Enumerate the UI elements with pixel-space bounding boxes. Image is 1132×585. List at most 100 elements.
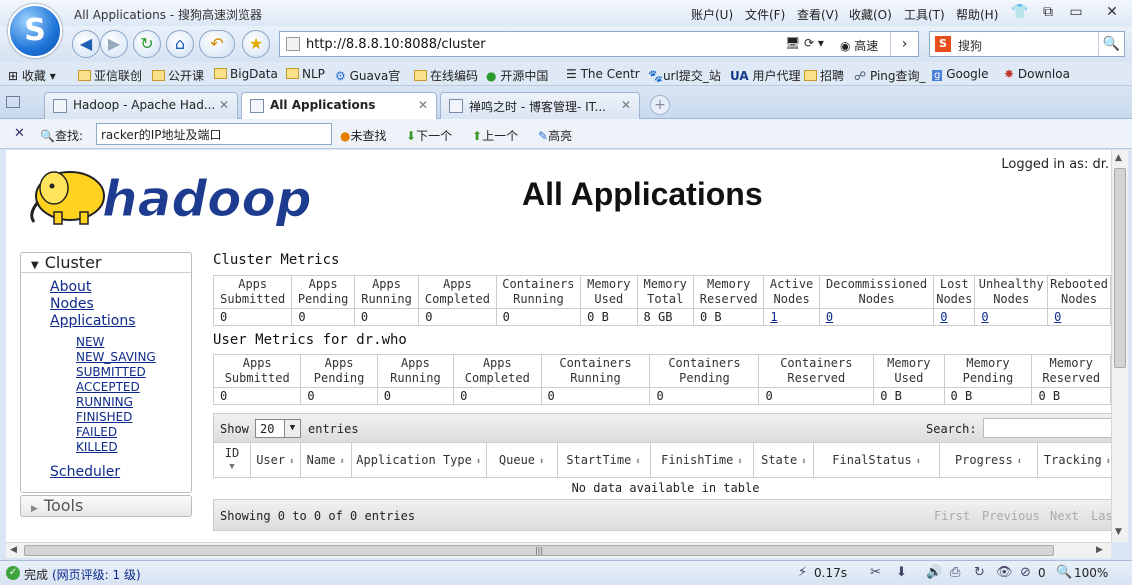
bookmark-item[interactable]: ✸ Downloa [1004,67,1070,81]
scroll-left-icon[interactable]: ◀ [10,545,17,555]
sidebar-state-new-saving[interactable]: NEW_SAVING [76,350,156,364]
highlight-button[interactable]: ✎高亮 [538,127,572,144]
bookmark-item[interactable]: ⚙ Guava官 [335,67,400,84]
scroll-right-icon[interactable]: ▶ [1096,545,1103,555]
close-tab-icon[interactable]: ✕ [418,98,428,112]
sidebar-link-nodes[interactable]: Nodes [50,296,94,312]
find-prev-button[interactable]: ⬆上一个 [472,127,518,144]
horizontal-scrollbar[interactable]: ◀ ||| ▶ [6,542,1111,558]
sidebar-link-about[interactable]: About [50,279,91,295]
entries-per-page-select[interactable]: 20 ▼ [255,419,301,438]
sidebar-state-accepted[interactable]: ACCEPTED [76,380,140,394]
printer-icon[interactable]: ⎙ [950,565,960,580]
close-window-icon[interactable]: ✕ [1100,3,1124,21]
column-header[interactable]: FinishTime ⬍ [649,443,755,478]
scroll-down-icon[interactable]: ▼ [1115,527,1122,537]
bookmark-item[interactable]: NLP [286,67,325,81]
search-input[interactable]: 搜狗 [958,37,982,54]
tab-hadoop-apache[interactable]: Hadoop - Apache Had... ✕ [44,92,238,119]
bookmark-item[interactable]: 招聘 [804,67,844,84]
download-arrow-icon[interactable]: ⬇ [896,565,907,580]
sidebar-state-new[interactable]: NEW [76,335,104,349]
eye-icon[interactable]: 👁 [996,565,1013,580]
back-button[interactable]: ◀ [72,30,100,58]
sogou-browser-logo[interactable]: S [8,4,62,58]
page-rating-link[interactable]: (网页评级: 1 级) [52,566,141,583]
pager-previous[interactable]: Previous [982,509,1040,523]
bookmark-item[interactable]: 在线编码 [414,67,478,84]
address-bar[interactable]: http://8.8.8.10:8088/cluster 🖥 ⟳ ▾ ◉ 高速 … [279,31,919,57]
menu-favorites[interactable]: 收藏(O) [849,6,892,23]
close-tab-icon[interactable]: ✕ [219,98,229,112]
go-button[interactable]: › [890,32,918,56]
find-input[interactable] [96,123,332,145]
tab-blog-admin[interactable]: 禅鸣之时 - 博客管理- IT... ✕ [440,92,640,119]
menu-file[interactable]: 文件(F) [745,6,785,23]
sidebar-state-submitted[interactable]: SUBMITTED [76,365,146,379]
column-header[interactable]: Queue ⬍ [485,443,558,478]
menu-view[interactable]: 查看(V) [797,6,839,23]
bookmark-item[interactable]: ☍ Ping查询_ [854,67,926,84]
refresh-icon[interactable]: ↻ [974,565,985,580]
scroll-up-icon[interactable]: ▲ [1115,153,1122,163]
sidebar-state-running[interactable]: RUNNING [76,395,133,409]
new-tab-button[interactable]: + [650,95,670,115]
tab-list-icon[interactable] [6,96,20,108]
sidebar-cluster-header[interactable]: ▼ Cluster [21,253,191,273]
bookmark-item[interactable]: ● 开源中国 [486,67,548,84]
minimize-icon[interactable]: ▭ [1064,3,1088,21]
metric-link[interactable]: 0 [1054,310,1061,324]
apps-search-input[interactable] [983,418,1111,438]
restore-icon[interactable]: ⧉ [1036,3,1060,21]
metric-link[interactable]: 1 [770,310,777,324]
vertical-scroll-thumb[interactable] [1114,168,1126,368]
menu-tools[interactable]: 工具(T) [904,6,945,23]
column-header[interactable]: ID ▼ [213,443,251,478]
sidebar-state-failed[interactable]: FAILED [76,425,117,439]
adblock-icon[interactable]: ⊘ [1020,565,1031,580]
sidebar-state-killed[interactable]: KILLED [76,440,118,454]
compat-mode-icon[interactable]: 🖥 ⟳ ▾ [785,36,824,50]
column-header[interactable]: Tracking ⬍ [1036,443,1111,478]
close-tab-icon[interactable]: ✕ [621,98,631,112]
bookmark-item[interactable]: BigData [214,67,278,81]
bookmark-item[interactable]: 公开课 [152,67,204,84]
column-header[interactable]: Progress ⬍ [939,443,1038,478]
search-icon[interactable]: 🔍 [1098,32,1124,56]
metric-link[interactable]: 0 [940,310,947,324]
pager-first[interactable]: First [934,509,970,523]
sidebar-state-finished[interactable]: FINISHED [76,410,132,424]
tools-icon[interactable]: ✂ [870,565,881,580]
column-header[interactable]: Name ⬍ [299,443,352,478]
search-box[interactable]: S 搜狗 🔍 [929,31,1125,57]
bookmark-item[interactable]: 亚信联创 [78,67,142,84]
forward-button[interactable]: ▶ [100,30,128,58]
column-header[interactable]: FinalStatus ⬍ [813,443,941,478]
zoom-level[interactable]: 100% [1074,566,1108,580]
pager-last[interactable]: Last [1091,509,1111,523]
vertical-scrollbar[interactable]: ▲ ▼ [1111,150,1128,542]
chevron-down-icon[interactable]: ▼ [284,420,300,437]
column-header[interactable]: StartTime ⬍ [556,443,651,478]
volume-icon[interactable]: 🔊 [926,565,942,580]
column-header[interactable]: State ⬍ [753,443,815,478]
bookmark-item[interactable]: ☰ The Centr [566,67,640,81]
horizontal-scroll-thumb[interactable]: ||| [24,545,1054,556]
favorite-star-button[interactable]: ★ [242,30,270,58]
url-text[interactable]: http://8.8.8.10:8088/cluster [306,37,486,52]
speed-mode-button[interactable]: ◉ 高速 [840,37,878,54]
bookmark-item[interactable]: UA 用户代理 [730,67,801,84]
menu-help[interactable]: 帮助(H) [956,6,998,23]
column-header[interactable]: User ⬍ [249,443,301,478]
sidebar-link-applications[interactable]: Applications [50,313,136,329]
column-header[interactable]: Application Type ⬍ [350,443,487,478]
metric-link[interactable]: 0 [826,310,833,324]
pager-next[interactable]: Next [1050,509,1079,523]
home-button[interactable]: ⌂ [166,30,194,58]
sidebar-link-scheduler[interactable]: Scheduler [50,464,120,480]
undo-close-button[interactable]: ↶ [199,30,235,58]
tab-all-applications[interactable]: All Applications ✕ [241,92,437,119]
metric-link[interactable]: 0 [981,310,988,324]
find-next-button[interactable]: ⬇下一个 [406,127,452,144]
bookmark-item[interactable]: 🐾url提交_站 [648,67,721,84]
